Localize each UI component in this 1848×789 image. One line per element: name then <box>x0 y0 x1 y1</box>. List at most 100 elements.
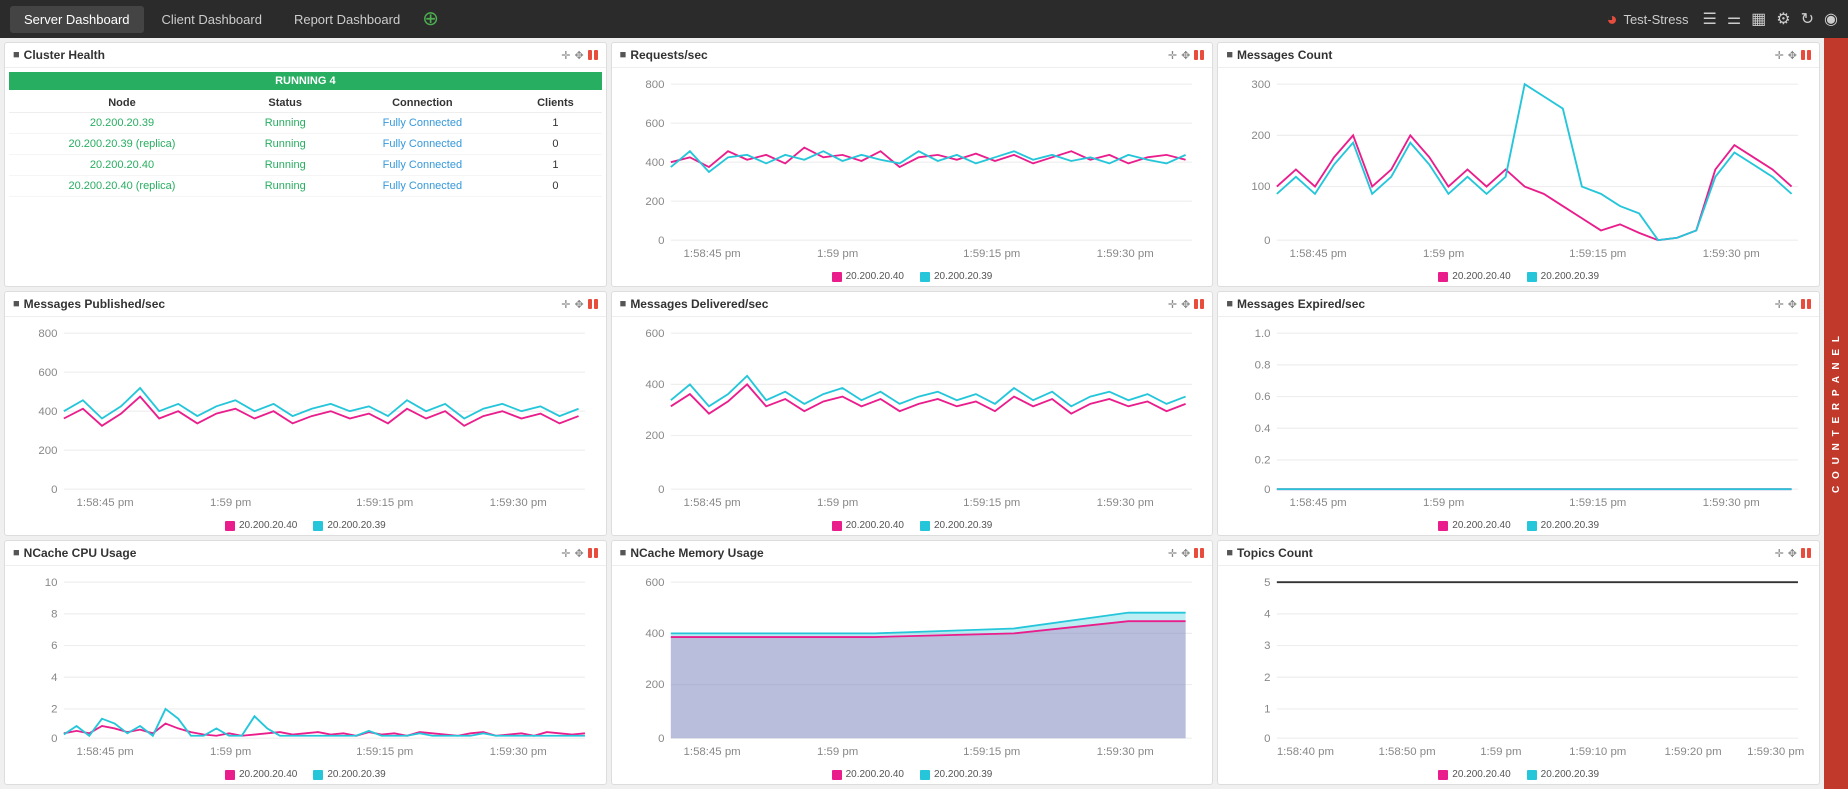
svg-text:6: 6 <box>51 640 57 652</box>
svg-text:1:59 pm: 1:59 pm <box>1423 248 1464 260</box>
svg-text:1:59:30 pm: 1:59:30 pm <box>1747 746 1804 758</box>
move-icon[interactable]: ✛ <box>561 298 570 311</box>
widget-ncache-cpu: ■ NCache CPU Usage ✛ ✥ <box>4 540 607 785</box>
svg-text:3: 3 <box>1264 640 1270 652</box>
svg-text:0.2: 0.2 <box>1255 455 1271 467</box>
expand-icon[interactable]: ✥ <box>1788 49 1797 62</box>
add-dashboard-button[interactable]: ⊕ <box>422 9 439 29</box>
status-cell: Running <box>235 134 336 155</box>
col-status: Status <box>235 94 336 113</box>
pause-button[interactable] <box>1801 548 1811 558</box>
svg-text:0: 0 <box>658 733 664 745</box>
move-icon[interactable]: ✛ <box>561 547 570 560</box>
move-icon[interactable]: ✛ <box>1168 298 1177 311</box>
move-icon[interactable]: ✛ <box>561 49 570 62</box>
svg-text:600: 600 <box>645 118 664 130</box>
brand-area: ◕ Test-Stress <box>1607 9 1689 30</box>
pause-button[interactable] <box>1801 50 1811 60</box>
menu-list-icon[interactable]: ⚌ <box>1727 9 1741 29</box>
expand-icon[interactable]: ✥ <box>1788 547 1797 560</box>
requests-chart-area: 800 600 400 200 0 1:58:45 pm 1:59 pm 1:5… <box>612 68 1213 269</box>
pause-button[interactable] <box>1194 299 1204 309</box>
widget-header-published: ■ Messages Published/sec ✛ ✥ <box>5 292 606 317</box>
widget-messages-published: ■ Messages Published/sec ✛ ✥ 80 <box>4 291 607 536</box>
widget-header-cluster: ■ Cluster Health ✛ ✥ <box>5 43 606 68</box>
svg-text:1:59:20 pm: 1:59:20 pm <box>1665 746 1722 758</box>
widget-header-expired: ■ Messages Expired/sec ✛ ✥ <box>1218 292 1819 317</box>
menu-lines-icon[interactable]: ☰ <box>1702 9 1716 29</box>
svg-text:400: 400 <box>38 406 57 418</box>
tab-client-dashboard[interactable]: Client Dashboard <box>148 6 276 33</box>
pause-button[interactable] <box>588 548 598 558</box>
topics-title: Topics Count <box>1237 546 1771 560</box>
svg-text:200: 200 <box>645 430 664 442</box>
tab-server-dashboard[interactable]: Server Dashboard <box>10 6 144 33</box>
tab-report-dashboard[interactable]: Report Dashboard <box>280 6 414 33</box>
messages-count-chart-area: 300 200 100 0 1:58:45 pm 1:59 pm 1:59:15… <box>1218 68 1819 269</box>
delivered-icon: ■ <box>620 298 627 310</box>
close-icon[interactable]: ◉ <box>1824 9 1838 29</box>
pause-button[interactable] <box>1194 50 1204 60</box>
counter-panel[interactable]: C O U N T E R P A N E L <box>1824 38 1848 789</box>
memory-controls: ✛ ✥ <box>1168 547 1204 560</box>
svg-text:0: 0 <box>658 235 664 247</box>
svg-text:1:59 pm: 1:59 pm <box>817 248 858 260</box>
cpu-chart-area: 10 8 6 4 2 0 1:58:45 pm 1:59 pm 1:59:15 … <box>5 566 606 767</box>
menu-columns-icon[interactable]: ▦ <box>1751 9 1766 29</box>
move-icon[interactable]: ✛ <box>1775 298 1784 311</box>
refresh-icon[interactable]: ↻ <box>1801 9 1814 29</box>
expand-icon[interactable]: ✥ <box>1181 49 1190 62</box>
pause-button[interactable] <box>588 50 598 60</box>
svg-text:4: 4 <box>51 672 57 684</box>
expand-icon[interactable]: ✥ <box>1788 298 1797 311</box>
widget-ncache-memory: ■ NCache Memory Usage ✛ ✥ 600 40 <box>611 540 1214 785</box>
connection-cell: Fully Connected <box>336 155 510 176</box>
settings-icon[interactable]: ⚙ <box>1776 9 1790 29</box>
connection-cell: Fully Connected <box>336 134 510 155</box>
topics-icon: ■ <box>1226 547 1233 559</box>
node-name: 20.200.20.39 (replica) <box>9 134 235 155</box>
move-icon[interactable]: ✛ <box>1168 49 1177 62</box>
status-cell: Running <box>235 176 336 197</box>
move-icon[interactable]: ✛ <box>1168 547 1177 560</box>
svg-text:1:59 pm: 1:59 pm <box>1423 497 1464 509</box>
move-icon[interactable]: ✛ <box>1775 547 1784 560</box>
expand-icon[interactable]: ✥ <box>574 547 583 560</box>
svg-text:1:59:15 pm: 1:59:15 pm <box>963 746 1020 758</box>
table-row: 20.200.20.40 Running Fully Connected 1 <box>9 155 602 176</box>
svg-text:2: 2 <box>51 704 57 716</box>
running-banner: RUNNING 4 <box>9 72 602 90</box>
svg-text:1:58:45 pm: 1:58:45 pm <box>683 497 740 509</box>
cluster-health-title: Cluster Health <box>24 48 558 62</box>
published-icon: ■ <box>13 298 20 310</box>
move-icon[interactable]: ✛ <box>1775 49 1784 62</box>
svg-text:400: 400 <box>645 628 664 640</box>
svg-text:600: 600 <box>38 367 57 379</box>
messages-count-legend: 20.200.20.40 20.200.20.39 <box>1218 269 1819 286</box>
svg-text:1:58:45 pm: 1:58:45 pm <box>1290 497 1347 509</box>
expand-icon[interactable]: ✥ <box>574 49 583 62</box>
requests-chart: 800 600 400 200 0 1:58:45 pm 1:59 pm 1:5… <box>620 72 1205 267</box>
svg-text:1:59:15 pm: 1:59:15 pm <box>963 248 1020 260</box>
svg-text:5: 5 <box>1264 577 1270 589</box>
pause-button[interactable] <box>1194 548 1204 558</box>
svg-text:1:59:15 pm: 1:59:15 pm <box>963 497 1020 509</box>
expand-icon[interactable]: ✥ <box>1181 547 1190 560</box>
pause-button[interactable] <box>588 299 598 309</box>
svg-text:1:59 pm: 1:59 pm <box>817 497 858 509</box>
svg-text:1:58:40 pm: 1:58:40 pm <box>1277 746 1334 758</box>
svg-text:1:59:10 pm: 1:59:10 pm <box>1570 746 1627 758</box>
svg-text:1:59:15 pm: 1:59:15 pm <box>356 497 413 509</box>
widget-header-topics: ■ Topics Count ✛ ✥ <box>1218 541 1819 566</box>
svg-text:200: 200 <box>1252 130 1271 142</box>
svg-text:200: 200 <box>645 196 664 208</box>
expand-icon[interactable]: ✥ <box>574 298 583 311</box>
svg-text:1:59:30 pm: 1:59:30 pm <box>1096 497 1153 509</box>
col-connection: Connection <box>336 94 510 113</box>
svg-text:1:58:45 pm: 1:58:45 pm <box>683 746 740 758</box>
messages-count-controls: ✛ ✥ <box>1775 49 1811 62</box>
pause-button[interactable] <box>1801 299 1811 309</box>
svg-text:200: 200 <box>38 445 57 457</box>
col-clients: Clients <box>509 94 601 113</box>
expand-icon[interactable]: ✥ <box>1181 298 1190 311</box>
